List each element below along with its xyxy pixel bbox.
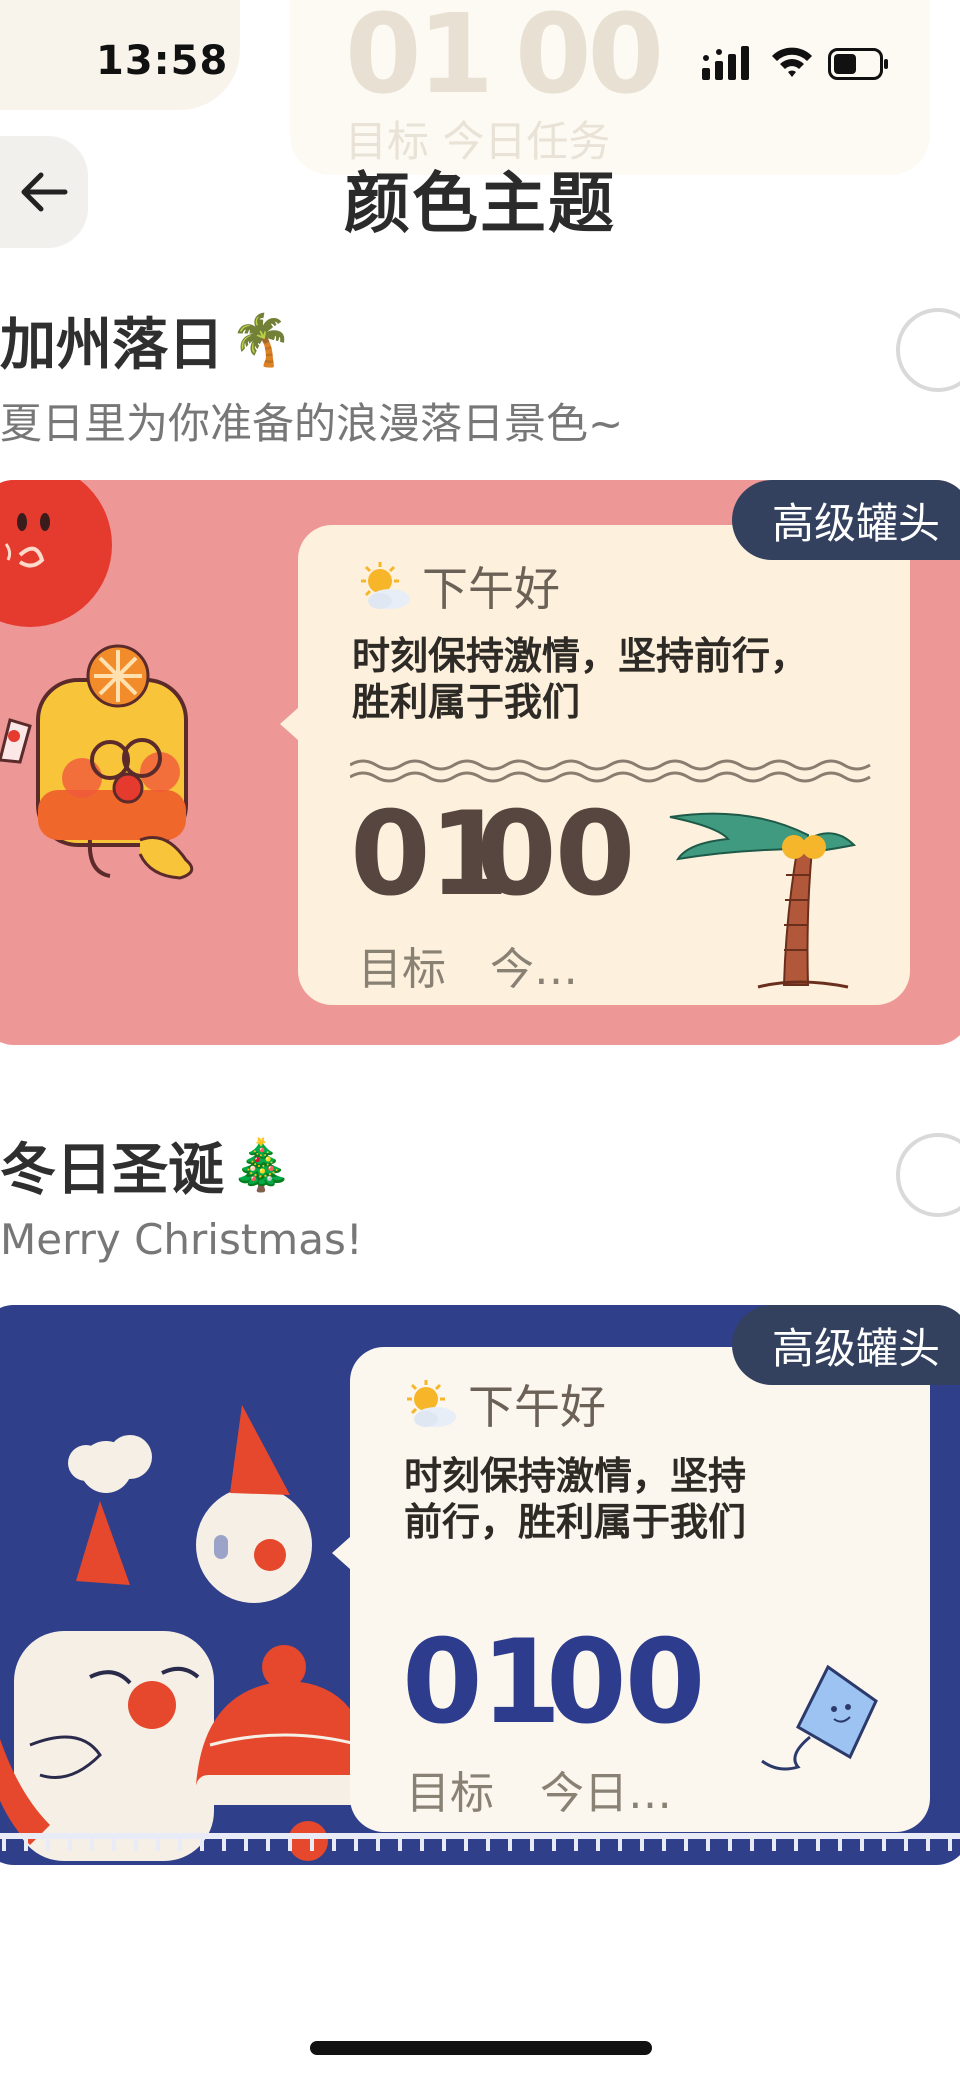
widget-preview-winter: 下午好 时刻保持激情，坚持 前行，胜利属于我们 01 00 目标 今日…: [350, 1347, 930, 1832]
greeting-text: 下午好: [422, 562, 560, 616]
goal-number: 01: [402, 1615, 561, 1750]
theme-radio-summer[interactable]: [896, 308, 960, 392]
bubble-tail: [280, 708, 298, 740]
wave-divider: [350, 759, 871, 783]
status-time: 13:58: [96, 38, 229, 84]
greeting-row: 下午好: [356, 553, 560, 619]
widget-preview-summer: 下午好 时刻保持激情，坚持前行， 胜利属于我们 01 00 目标 今…: [298, 525, 910, 1005]
motto-line-2: 前行，胜利属于我们: [404, 1500, 747, 1544]
premium-badge-winter: 高级罐头: [731, 1305, 960, 1385]
christmas-characters-illustration: [0, 1405, 370, 1861]
track-ties: [0, 1835, 960, 1851]
theme-subtitle-summer: 夏日里为你准备的浪漫落日景色~: [0, 399, 624, 448]
theme-radio-winter[interactable]: [896, 1133, 960, 1217]
motto-text: 时刻保持激情，坚持前行， 胜利属于我们: [352, 633, 808, 725]
today-number: 00: [546, 1615, 705, 1750]
palm-tree-emoji: 🌴: [230, 311, 293, 369]
motto-line-1: 时刻保持激情，坚持前行，: [352, 634, 809, 678]
sun-cloud-icon: [361, 562, 410, 609]
sun-cloud-icon: [407, 1380, 456, 1427]
greeting-row: 下午好: [402, 1371, 606, 1437]
motto-text: 时刻保持激情，坚持 前行，胜利属于我们: [404, 1453, 746, 1545]
status-bar: 13:58: [0, 0, 960, 128]
theme-title-summer: 加州落日 🌴: [0, 300, 292, 381]
kite-icon: [761, 1664, 878, 1771]
christmas-tree-emoji: 🎄: [230, 1136, 293, 1194]
theme-card-summer[interactable]: 高级罐头 下午好 时刻保持激情，坚持前行， 胜利属于我们 01 00 目标 今…: [0, 480, 960, 1045]
today-label: 今日…: [540, 1768, 672, 1819]
goal-label: 目标: [406, 1768, 494, 1819]
sun-character-illustration: [0, 480, 112, 627]
drink-character-illustration: [0, 644, 194, 880]
theme-card-winter[interactable]: 高级罐头 下午好 时刻保持激情，坚持 前行，胜利属于我们 01 00 目标 今日…: [0, 1305, 960, 1865]
bubble-tail: [332, 1537, 350, 1569]
today-number: 00: [476, 787, 635, 922]
premium-badge-summer: 高级罐头: [731, 480, 960, 560]
motto-line-1: 时刻保持激情，坚持: [404, 1454, 747, 1498]
today-label: 今…: [490, 944, 578, 995]
motto-line-2: 胜利属于我们: [352, 680, 581, 724]
signal-icon: [702, 46, 749, 80]
greeting-text: 下午好: [468, 1380, 606, 1434]
goal-label: 目标: [358, 944, 446, 995]
theme-title-winter: 冬日圣诞 🎄: [0, 1125, 292, 1206]
theme-title-text: 加州落日: [0, 313, 224, 378]
theme-title-text: 冬日圣诞: [0, 1138, 224, 1203]
palm-tree-icon: [669, 812, 857, 989]
home-indicator: [310, 2041, 652, 2055]
page-title: 颜色主题: [344, 165, 616, 242]
wifi-icon: [772, 47, 812, 77]
theme-subtitle-winter: Merry Christmas!: [0, 1215, 363, 1264]
battery-icon: [828, 48, 888, 80]
